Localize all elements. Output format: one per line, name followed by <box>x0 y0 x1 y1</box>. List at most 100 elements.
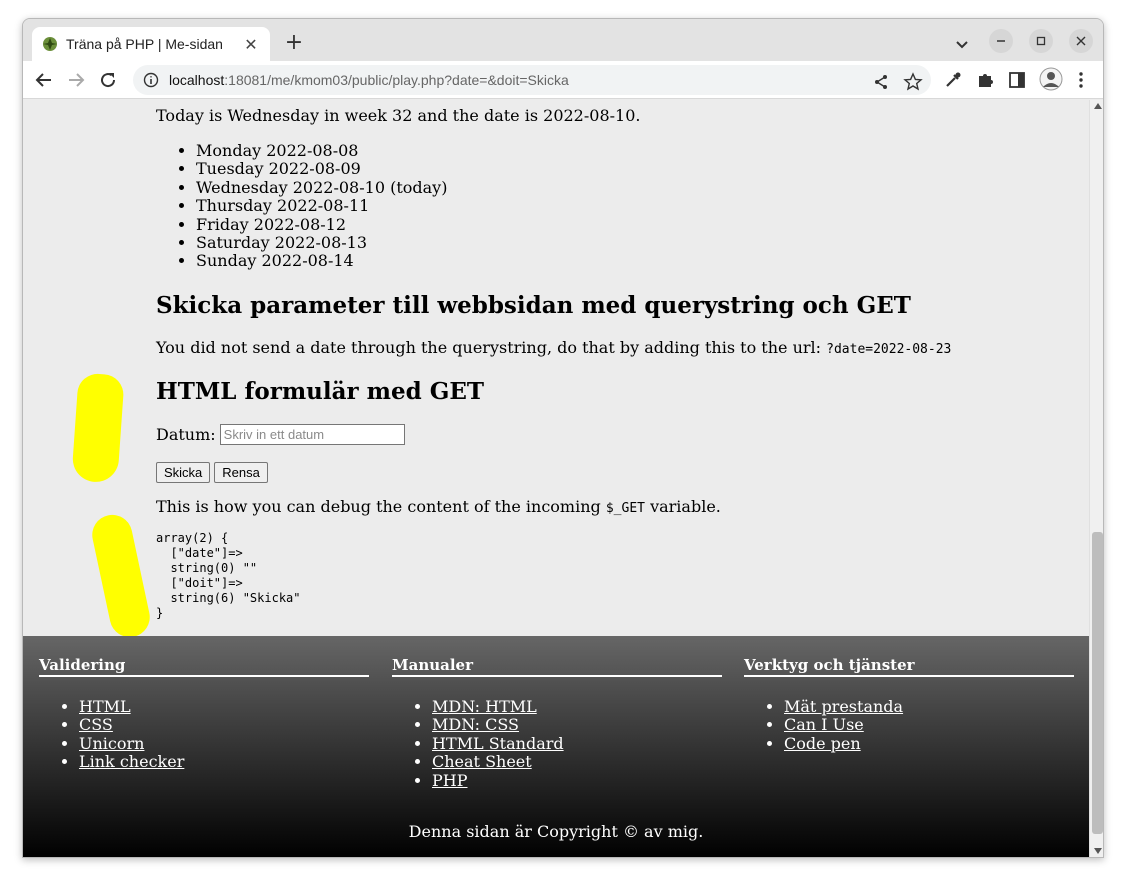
list-item: Link checker <box>79 753 369 771</box>
highlight-marker <box>71 372 125 484</box>
list-item: CSS <box>79 716 369 734</box>
reset-button[interactable]: Rensa <box>214 462 268 483</box>
footer-link-list: MDN: HTML MDN: CSS HTML Standard Cheat S… <box>392 697 722 790</box>
maximize-icon <box>1036 36 1046 46</box>
site-footer: Validering HTML CSS Unicorn Link checker… <box>23 636 1089 857</box>
back-arrow-icon <box>35 73 51 87</box>
footer-link-css[interactable]: CSS <box>79 715 113 734</box>
highlight-marker <box>88 511 154 641</box>
list-item: Tuesday 2022-08-09 <box>196 159 447 178</box>
close-window-button[interactable] <box>1069 29 1093 53</box>
footer-link-link-checker[interactable]: Link checker <box>79 752 184 771</box>
debug-paragraph: This is how you can debug the content of… <box>156 497 721 519</box>
page-viewport: Today is Wednesday in week 32 and the da… <box>23 100 1089 857</box>
heading-querystring: Skicka parameter till webbsidan med quer… <box>156 292 911 319</box>
maximize-button[interactable] <box>1029 29 1053 53</box>
footer-link-can-i-use[interactable]: Can I Use <box>784 715 864 734</box>
menu-kebab-icon[interactable] <box>1071 70 1091 90</box>
address-bar[interactable]: localhost:18081/me/kmom03/public/play.ph… <box>133 65 931 95</box>
minimize-button[interactable] <box>989 29 1013 53</box>
list-item: Friday 2022-08-12 <box>196 215 447 234</box>
list-item: Can I Use <box>784 716 1074 734</box>
footer-heading: Manualer <box>392 656 722 677</box>
list-item: Wednesday 2022-08-10 (today) <box>196 178 447 197</box>
debug-text-after: variable. <box>644 497 721 516</box>
footer-link-mdn-html[interactable]: MDN: HTML <box>432 697 537 716</box>
submit-button[interactable]: Skicka <box>156 462 211 483</box>
page-scrollbar[interactable] <box>1089 100 1103 857</box>
tab-title: Träna på PHP | Me-sidan <box>66 36 223 52</box>
url-host: localhost <box>169 72 225 88</box>
url-path: :18081/me/kmom03/public/play.php?date=&d… <box>224 72 569 88</box>
scroll-thumb[interactable] <box>1092 532 1103 834</box>
list-item: MDN: HTML <box>432 697 722 716</box>
footer-link-cheat-sheet[interactable]: Cheat Sheet <box>432 752 532 771</box>
scroll-down-arrow-icon[interactable] <box>1094 848 1102 854</box>
share-icon[interactable] <box>871 72 891 92</box>
today-text: Today is Wednesday in week 32 and the da… <box>156 106 641 125</box>
browser-toolbar: localhost:18081/me/kmom03/public/play.ph… <box>23 61 1103 99</box>
debug-code: $_GET <box>605 501 645 516</box>
reload-button[interactable] <box>95 67 121 93</box>
list-item: Sunday 2022-08-14 <box>196 252 447 271</box>
footer-link-list: Mät prestanda Can I Use Code pen <box>744 697 1074 753</box>
new-tab-button[interactable]: + <box>281 31 307 57</box>
date-field-row: Datum: <box>156 424 405 445</box>
list-item: Saturday 2022-08-13 <box>196 233 447 252</box>
profile-avatar[interactable] <box>1039 67 1063 91</box>
tab-search-chevron-icon[interactable] <box>951 33 973 55</box>
tab-strip: Träna på PHP | Me-sidan ✕ + <box>23 19 1103 61</box>
footer-column-manualer: Manualer MDN: HTML MDN: CSS HTML Standar… <box>392 656 722 790</box>
browser-tab[interactable]: Träna på PHP | Me-sidan ✕ <box>32 27 270 61</box>
footer-link-php[interactable]: PHP <box>432 771 467 790</box>
list-item: HTML Standard <box>432 734 722 753</box>
bookmark-star-icon[interactable] <box>903 72 923 92</box>
footer-column-verktyg: Verktyg och tjänster Mät prestanda Can I… <box>744 656 1074 753</box>
tab-close-icon[interactable]: ✕ <box>242 35 260 54</box>
list-item: Monday 2022-08-08 <box>196 141 447 160</box>
footer-link-mat-prestanda[interactable]: Mät prestanda <box>784 697 903 716</box>
url-text: localhost:18081/me/kmom03/public/play.ph… <box>169 72 569 88</box>
get-var-dump: array(2) { ["date"]=> string(0) "" ["doi… <box>156 531 301 620</box>
eyedropper-icon[interactable] <box>943 70 963 90</box>
date-input[interactable] <box>219 424 405 445</box>
scroll-up-arrow-icon[interactable] <box>1094 103 1102 109</box>
close-icon <box>1076 36 1086 46</box>
list-item: Cheat Sheet <box>432 753 722 771</box>
list-item: Mät prestanda <box>784 697 1074 716</box>
footer-heading: Verktyg och tjänster <box>744 656 1074 677</box>
info-icon[interactable] <box>143 72 159 88</box>
back-button[interactable] <box>31 67 57 93</box>
list-item: MDN: CSS <box>432 716 722 734</box>
reload-icon <box>101 73 116 88</box>
footer-link-html[interactable]: HTML <box>79 697 131 716</box>
form-buttons: Skicka Rensa <box>156 462 268 483</box>
footer-link-list: HTML CSS Unicorn Link checker <box>39 697 369 772</box>
list-item: HTML <box>79 697 369 716</box>
minimize-icon <box>997 40 1005 42</box>
browser-window: Träna på PHP | Me-sidan ✕ + localhost:18… <box>22 18 1104 858</box>
side-panel-icon[interactable] <box>1007 70 1027 90</box>
list-item: Thursday 2022-08-11 <box>196 196 447 215</box>
forward-button[interactable] <box>63 67 89 93</box>
footer-heading: Validering <box>39 656 369 677</box>
footer-column-validering: Validering HTML CSS Unicorn Link checker <box>39 656 369 772</box>
copyright-text: Denna sidan är Copyright © av mig. <box>408 822 704 841</box>
querystring-code: ?date=2022-08-23 <box>826 342 952 357</box>
list-item: PHP <box>432 771 722 790</box>
site-favicon-icon <box>43 37 57 51</box>
querystring-text: You did not send a date through the quer… <box>156 338 827 357</box>
extensions-puzzle-icon[interactable] <box>975 70 995 90</box>
debug-text-before: This is how you can debug the content of… <box>156 497 606 516</box>
querystring-paragraph: You did not send a date through the quer… <box>156 338 951 360</box>
week-day-list: Monday 2022-08-08 Tuesday 2022-08-09 Wed… <box>196 141 447 271</box>
list-item: Code pen <box>784 734 1074 753</box>
list-item: Unicorn <box>79 734 369 753</box>
footer-link-code-pen[interactable]: Code pen <box>784 734 861 753</box>
footer-link-unicorn[interactable]: Unicorn <box>79 734 144 753</box>
footer-link-html-standard[interactable]: HTML Standard <box>432 734 564 753</box>
date-label: Datum: <box>156 425 216 444</box>
footer-link-mdn-css[interactable]: MDN: CSS <box>432 715 519 734</box>
forward-arrow-icon <box>69 73 85 87</box>
heading-form: HTML formulär med GET <box>156 378 485 405</box>
